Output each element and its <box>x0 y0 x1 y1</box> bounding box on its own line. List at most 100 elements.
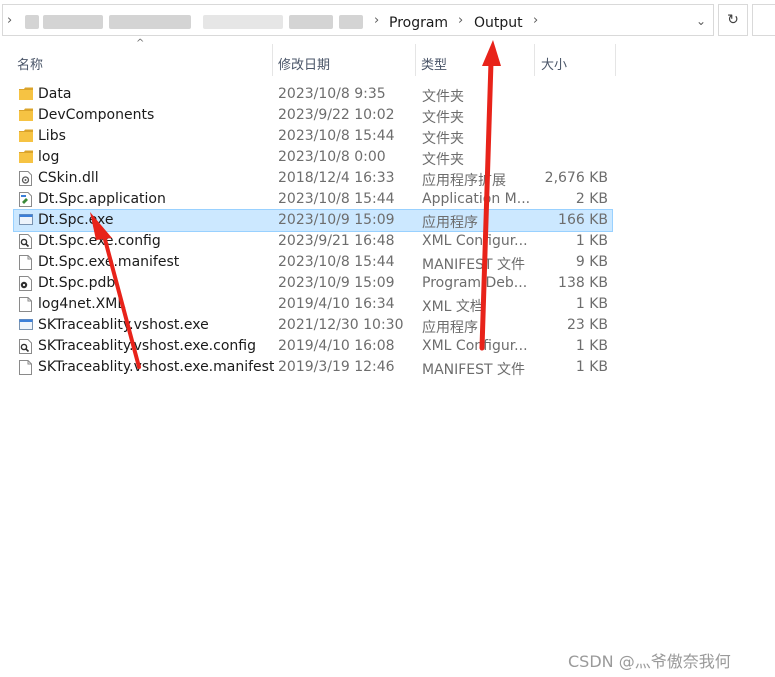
file-row[interactable]: Dt.Spc.pdb 2023/10/9 15:09 Program Deb..… <box>14 273 612 294</box>
breadcrumb-item-program[interactable]: Program <box>389 15 448 31</box>
file-size: 166 KB <box>558 212 608 228</box>
column-header-date[interactable]: 修改日期 <box>273 42 415 76</box>
chevron-right-icon[interactable]: › <box>458 13 463 28</box>
address-bar: › › Program › Output › ⌄ ↻ <box>0 0 775 40</box>
file-name: log <box>38 149 60 165</box>
file-row[interactable]: SKTraceablity.vshost.exe.manifest 2019/3… <box>14 357 612 378</box>
chevron-right-icon[interactable]: › <box>374 13 379 28</box>
refresh-button[interactable]: ↻ <box>718 4 748 36</box>
column-header-name[interactable]: 名称 <box>0 42 272 76</box>
watermark: CSDN @灬爷傲奈我何 <box>568 652 731 671</box>
file-row[interactable]: Dt.Spc.exe.manifest 2023/10/8 15:44 MANI… <box>14 252 612 273</box>
chevron-right-icon[interactable]: › <box>7 13 12 28</box>
config-file-icon <box>19 234 33 249</box>
file-date: 2023/9/21 16:48 <box>278 233 395 249</box>
file-name: SKTraceablity.vshost.exe <box>38 317 209 333</box>
file-row[interactable]: CSkin.dll 2018/12/4 16:33 应用程序扩展 2,676 K… <box>14 168 612 189</box>
file-row-selected[interactable]: Dt.Spc.exe 2023/10/9 15:09 应用程序 166 KB <box>13 209 613 232</box>
folder-icon <box>19 129 33 144</box>
column-header-date-label: 修改日期 <box>278 58 331 73</box>
obscured-path-segment <box>25 15 39 29</box>
file-date: 2019/4/10 16:34 <box>278 296 395 312</box>
file-name: Dt.Spc.exe <box>38 212 114 228</box>
file-type: Application M... <box>422 191 530 207</box>
column-header-size-label: 大小 <box>541 58 568 73</box>
breadcrumb-item-output[interactable]: Output <box>474 15 523 31</box>
file-size: 23 KB <box>566 317 608 333</box>
column-header-type[interactable]: 类型 <box>416 42 534 76</box>
file-date: 2023/9/22 10:02 <box>278 107 395 123</box>
file-type: XML Configur... <box>422 338 528 354</box>
file-size: 2 KB <box>575 191 608 207</box>
file-date: 2023/10/9 15:09 <box>278 212 395 228</box>
folder-icon <box>19 108 33 123</box>
file-row[interactable]: Libs 2023/10/8 15:44 文件夹 <box>14 126 612 147</box>
application-manifest-icon <box>19 192 33 207</box>
file-size: 138 KB <box>558 275 608 291</box>
file-row[interactable]: SKTraceablity.vshost.exe.config 2019/4/1… <box>14 336 612 357</box>
file-row[interactable]: Dt.Spc.application 2023/10/8 15:44 Appli… <box>14 189 612 210</box>
file-name: Dt.Spc.pdb <box>38 275 116 291</box>
file-row[interactable]: DevComponents 2023/9/22 10:02 文件夹 <box>14 105 612 126</box>
file-type: 文件夹 <box>422 152 464 168</box>
file-row[interactable]: Dt.Spc.exe.config 2023/9/21 16:48 XML Co… <box>14 231 612 252</box>
file-name: Dt.Spc.exe.manifest <box>38 254 180 270</box>
column-divider[interactable] <box>615 44 616 76</box>
file-size: 1 KB <box>575 296 608 312</box>
file-type: 文件夹 <box>422 89 464 105</box>
column-header-type-label: 类型 <box>421 58 448 73</box>
file-type: 文件夹 <box>422 110 464 126</box>
obscured-path-segment <box>43 15 103 29</box>
file-date: 2023/10/8 15:44 <box>278 254 395 270</box>
file-name: Data <box>38 86 72 102</box>
file-name: DevComponents <box>38 107 155 123</box>
file-type: 文件夹 <box>422 131 464 147</box>
file-date: 2023/10/8 0:00 <box>278 149 386 165</box>
file-type: XML 文档 <box>422 299 484 315</box>
search-box[interactable] <box>752 4 775 36</box>
file-name: SKTraceablity.vshost.exe.config <box>38 338 256 354</box>
file-type: MANIFEST 文件 <box>422 362 526 378</box>
file-name: SKTraceablity.vshost.exe.manifest <box>38 359 274 375</box>
file-row[interactable]: Data 2023/10/8 9:35 文件夹 <box>14 84 612 105</box>
file-row[interactable]: log4net.XML 2019/4/10 16:34 XML 文档 1 KB <box>14 294 612 315</box>
file-size: 1 KB <box>575 338 608 354</box>
blank-file-icon <box>19 360 33 375</box>
file-row[interactable]: log 2023/10/8 0:00 文件夹 <box>14 147 612 168</box>
folder-icon <box>19 150 33 165</box>
chevron-right-icon[interactable]: › <box>533 13 538 28</box>
pdb-file-icon <box>19 276 33 291</box>
file-size: 9 KB <box>575 254 608 270</box>
file-type: MANIFEST 文件 <box>422 257 526 273</box>
file-name: Dt.Spc.exe.config <box>38 233 161 249</box>
file-date: 2023/10/8 15:44 <box>278 191 395 207</box>
exe-icon <box>19 318 33 333</box>
file-row[interactable]: SKTraceablity.vshost.exe 2021/12/30 10:3… <box>14 315 612 336</box>
folder-icon <box>19 87 33 102</box>
file-date: 2019/4/10 16:08 <box>278 338 395 354</box>
file-type: XML Configur... <box>422 233 528 249</box>
breadcrumb[interactable]: › › Program › Output › ⌄ <box>2 4 714 36</box>
file-date: 2023/10/8 15:44 <box>278 128 395 144</box>
file-date: 2019/3/19 12:46 <box>278 359 395 375</box>
file-type: 应用程序 <box>422 215 478 231</box>
obscured-path-segment <box>339 15 363 29</box>
file-date: 2023/10/8 9:35 <box>278 86 386 102</box>
file-name: CSkin.dll <box>38 170 99 186</box>
obscured-path-segment <box>109 15 191 29</box>
file-type: 应用程序扩展 <box>422 173 506 189</box>
file-date: 2021/12/30 10:30 <box>278 317 404 333</box>
obscured-path-segment <box>289 15 333 29</box>
file-name: Libs <box>38 128 66 144</box>
blank-file-icon <box>19 297 33 312</box>
column-header-size[interactable]: 大小 <box>535 42 615 76</box>
blank-file-icon <box>19 255 33 270</box>
file-type: 应用程序 <box>422 320 478 336</box>
file-name: Dt.Spc.application <box>38 191 166 207</box>
file-type: Program Deb... <box>422 275 528 291</box>
column-header-name-label: 名称 <box>17 58 44 73</box>
chevron-down-icon[interactable]: ⌄ <box>696 14 706 28</box>
exe-icon <box>19 213 33 228</box>
file-date: 2023/10/9 15:09 <box>278 275 395 291</box>
config-file-icon <box>19 339 33 354</box>
